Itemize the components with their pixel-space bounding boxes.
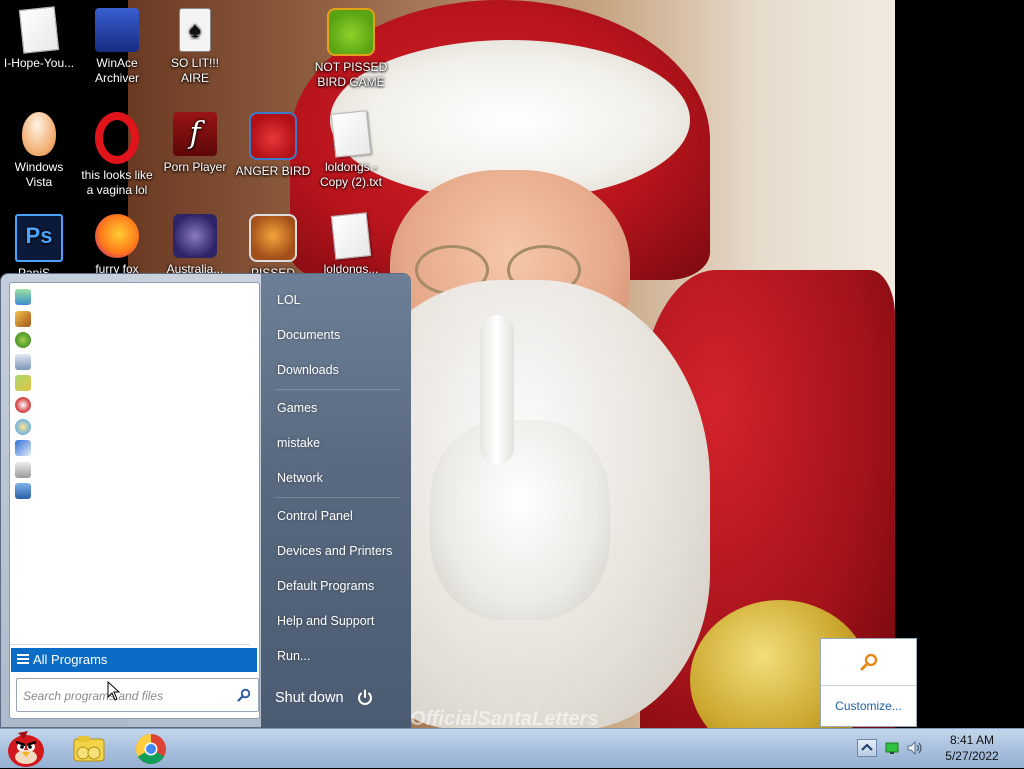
- start-link-downloads[interactable]: Downloads: [277, 356, 402, 384]
- solitaire-icon: ♠: [179, 8, 211, 52]
- desktop-icon-label: Windows Vista: [14, 160, 64, 189]
- santa-glove: [430, 420, 610, 620]
- photoshop-icon: Ps: [15, 214, 63, 262]
- search-indexing-icon[interactable]: [859, 653, 879, 673]
- search-input[interactable]: [23, 688, 223, 704]
- clock-time: 8:41 AM: [949, 733, 995, 747]
- flash-player-icon: f: [173, 112, 217, 156]
- recent-programs-list: [15, 289, 31, 505]
- notification-overflow-popup: Customize...: [820, 638, 917, 727]
- start-link-lol[interactable]: LOL: [277, 286, 402, 314]
- desktop-icon-label: ANGER BIRD: [235, 164, 311, 178]
- start-menu-places-pane: LOL Documents Downloads Games mistake Ne…: [261, 274, 411, 729]
- program-5-icon[interactable]: [15, 375, 31, 392]
- customize-link[interactable]: Customize...: [821, 699, 916, 713]
- file-explorer-icon[interactable]: [66, 731, 112, 767]
- desktop-icon-label: SO LIT!!! AIRE: [170, 56, 219, 85]
- search-icon[interactable]: [237, 688, 251, 702]
- program-3-icon[interactable]: [15, 332, 31, 349]
- start-link-documents[interactable]: Documents: [277, 321, 402, 349]
- chevron-up-icon: [861, 743, 873, 751]
- all-programs-label: All Programs: [33, 652, 108, 667]
- egg-icon: [22, 112, 56, 156]
- program-8-icon[interactable]: [15, 440, 31, 457]
- places-separator: [275, 497, 401, 498]
- shutdown-button[interactable]: Shut down: [275, 683, 355, 713]
- desktop-icon-australia[interactable]: Australia...: [156, 214, 234, 277]
- desktop-icon-label: WinAce Archiver: [94, 56, 139, 85]
- all-programs-button[interactable]: All Programs: [11, 648, 257, 672]
- desktop-icon-bad-piggies[interactable]: NOT PISSED BIRD GAME: [312, 8, 390, 90]
- clock-date: 5/27/2022: [945, 749, 999, 763]
- desktop-icon-loldongs[interactable]: loldongs...: [312, 212, 390, 277]
- desktop-icon-photoshop[interactable]: Ps PaniS...: [0, 214, 78, 281]
- popup-separator: [821, 685, 916, 686]
- start-link-run[interactable]: Run...: [277, 642, 402, 670]
- desktop-icon-porn-player[interactable]: f Porn Player: [156, 112, 234, 175]
- firefox-icon: [95, 214, 139, 258]
- desktop-icon-furry-fox[interactable]: furry fox: [78, 214, 156, 277]
- desktop-icon-label: Porn Player: [163, 160, 227, 174]
- desktop-icon-label: NOT PISSED BIRD GAME: [314, 60, 388, 89]
- spider-solitaire-icon: [173, 214, 217, 258]
- mouse-cursor-icon: [107, 681, 121, 701]
- program-10-icon[interactable]: [15, 483, 31, 500]
- angry-birds-start-orb[interactable]: [4, 727, 48, 769]
- start-link-games[interactable]: Games: [277, 394, 402, 422]
- program-7-icon[interactable]: [15, 418, 31, 435]
- desktop-icon-label: this looks like a vagina lol: [81, 168, 153, 197]
- text-file-icon: [330, 110, 372, 158]
- network-icon[interactable]: [885, 741, 899, 755]
- wallpaper-watermark: OfficialSantaLetters: [410, 708, 599, 728]
- program-9-icon[interactable]: [15, 461, 31, 478]
- taskbar: 8:41 AM 5/27/2022: [0, 728, 1024, 768]
- power-icon[interactable]: [356, 689, 374, 707]
- start-link-default-programs[interactable]: Default Programs: [277, 572, 402, 600]
- start-menu: All Programs LOL Documents Downloads Gam…: [0, 273, 411, 729]
- chrome-icon[interactable]: [128, 731, 174, 767]
- start-link-help-and-support[interactable]: Help and Support: [277, 607, 402, 635]
- programs-separator: [10, 644, 250, 645]
- opera-icon: [95, 112, 139, 164]
- program-1-icon[interactable]: [15, 289, 31, 305]
- program-4-icon[interactable]: [15, 353, 31, 370]
- text-file-icon: [330, 212, 372, 260]
- desktop-icon-label: I-Hope-You...: [3, 56, 75, 70]
- desktop-icon-opera[interactable]: this looks like a vagina lol: [78, 112, 156, 198]
- start-link-network[interactable]: Network: [277, 464, 402, 492]
- text-file-icon: [18, 6, 60, 54]
- bad-piggies-icon: [327, 8, 375, 56]
- start-link-devices-and-printers[interactable]: Devices and Printers: [277, 537, 402, 565]
- show-hidden-icons-button[interactable]: [857, 739, 877, 757]
- start-link-control-panel[interactable]: Control Panel: [277, 502, 402, 530]
- search-box[interactable]: [16, 678, 259, 712]
- places-separator: [275, 389, 401, 390]
- list-icon: [17, 654, 29, 666]
- winace-icon: [95, 8, 139, 52]
- program-2-icon[interactable]: [15, 310, 31, 327]
- desktop-icon-winace[interactable]: WinAce Archiver: [78, 8, 156, 86]
- volume-icon[interactable]: [907, 741, 923, 755]
- program-6-icon[interactable]: [15, 396, 31, 413]
- system-clock[interactable]: 8:41 AM 5/27/2022: [934, 732, 1010, 764]
- desktop-icon-label: loldongs - Copy (2).txt: [319, 160, 382, 189]
- santa-finger: [480, 315, 514, 465]
- angry-birds-icon: [249, 112, 297, 160]
- desktop-icon-i-hope-you[interactable]: I-Hope-You...: [0, 6, 78, 71]
- desktop-icon-solitaire[interactable]: ♠ SO LIT!!! AIRE: [156, 8, 234, 86]
- desktop-icon-anger-bird[interactable]: ANGER BIRD: [234, 112, 312, 179]
- desktop-icon-loldongs-copy[interactable]: loldongs - Copy (2).txt: [312, 110, 390, 190]
- start-link-mistake[interactable]: mistake: [277, 429, 402, 457]
- angry-birds-seasons-icon: [249, 214, 297, 262]
- desktop-icon-windows-vista[interactable]: Windows Vista: [0, 112, 78, 190]
